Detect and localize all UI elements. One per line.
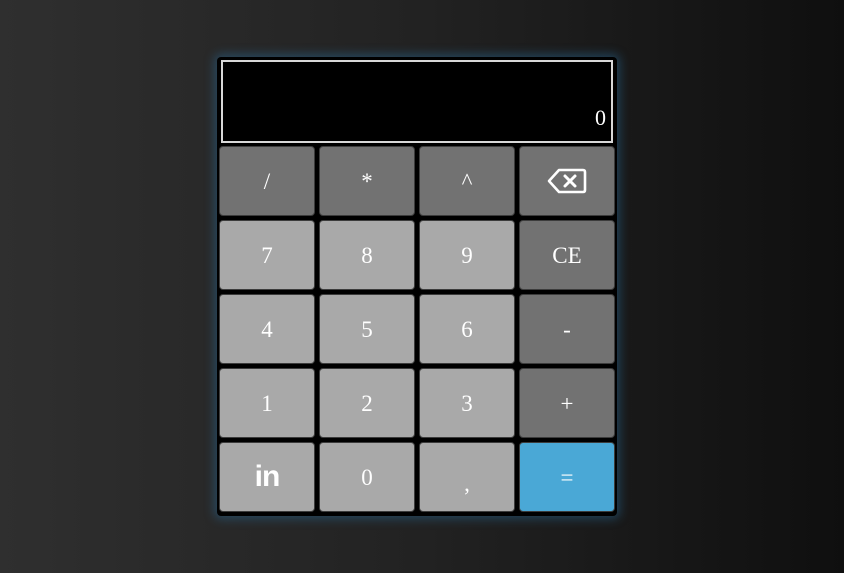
comma-button[interactable]: ,: [419, 442, 515, 512]
calculator: 0 / * ^ 7 8 9 CE 4 5 6 - 1 2 3 + in 0 , …: [217, 57, 617, 516]
calculator-display: 0: [221, 60, 613, 143]
linkedin-icon: in: [254, 460, 281, 493]
zero-button[interactable]: 0: [319, 442, 415, 512]
five-button[interactable]: 5: [319, 294, 415, 364]
four-button[interactable]: 4: [219, 294, 315, 364]
equals-button[interactable]: =: [519, 442, 615, 512]
backspace-icon: [547, 168, 587, 194]
clear-entry-button[interactable]: CE: [519, 220, 615, 290]
keypad: / * ^ 7 8 9 CE 4 5 6 - 1 2 3 + in 0 , =: [219, 146, 615, 514]
backspace-button[interactable]: [519, 146, 615, 216]
divide-button[interactable]: /: [219, 146, 315, 216]
two-button[interactable]: 2: [319, 368, 415, 438]
multiply-button[interactable]: *: [319, 146, 415, 216]
plus-button[interactable]: +: [519, 368, 615, 438]
three-button[interactable]: 3: [419, 368, 515, 438]
nine-button[interactable]: 9: [419, 220, 515, 290]
display-value: 0: [595, 105, 606, 130]
minus-button[interactable]: -: [519, 294, 615, 364]
seven-button[interactable]: 7: [219, 220, 315, 290]
one-button[interactable]: 1: [219, 368, 315, 438]
linkedin-button[interactable]: in: [219, 442, 315, 512]
eight-button[interactable]: 8: [319, 220, 415, 290]
six-button[interactable]: 6: [419, 294, 515, 364]
power-button[interactable]: ^: [419, 146, 515, 216]
